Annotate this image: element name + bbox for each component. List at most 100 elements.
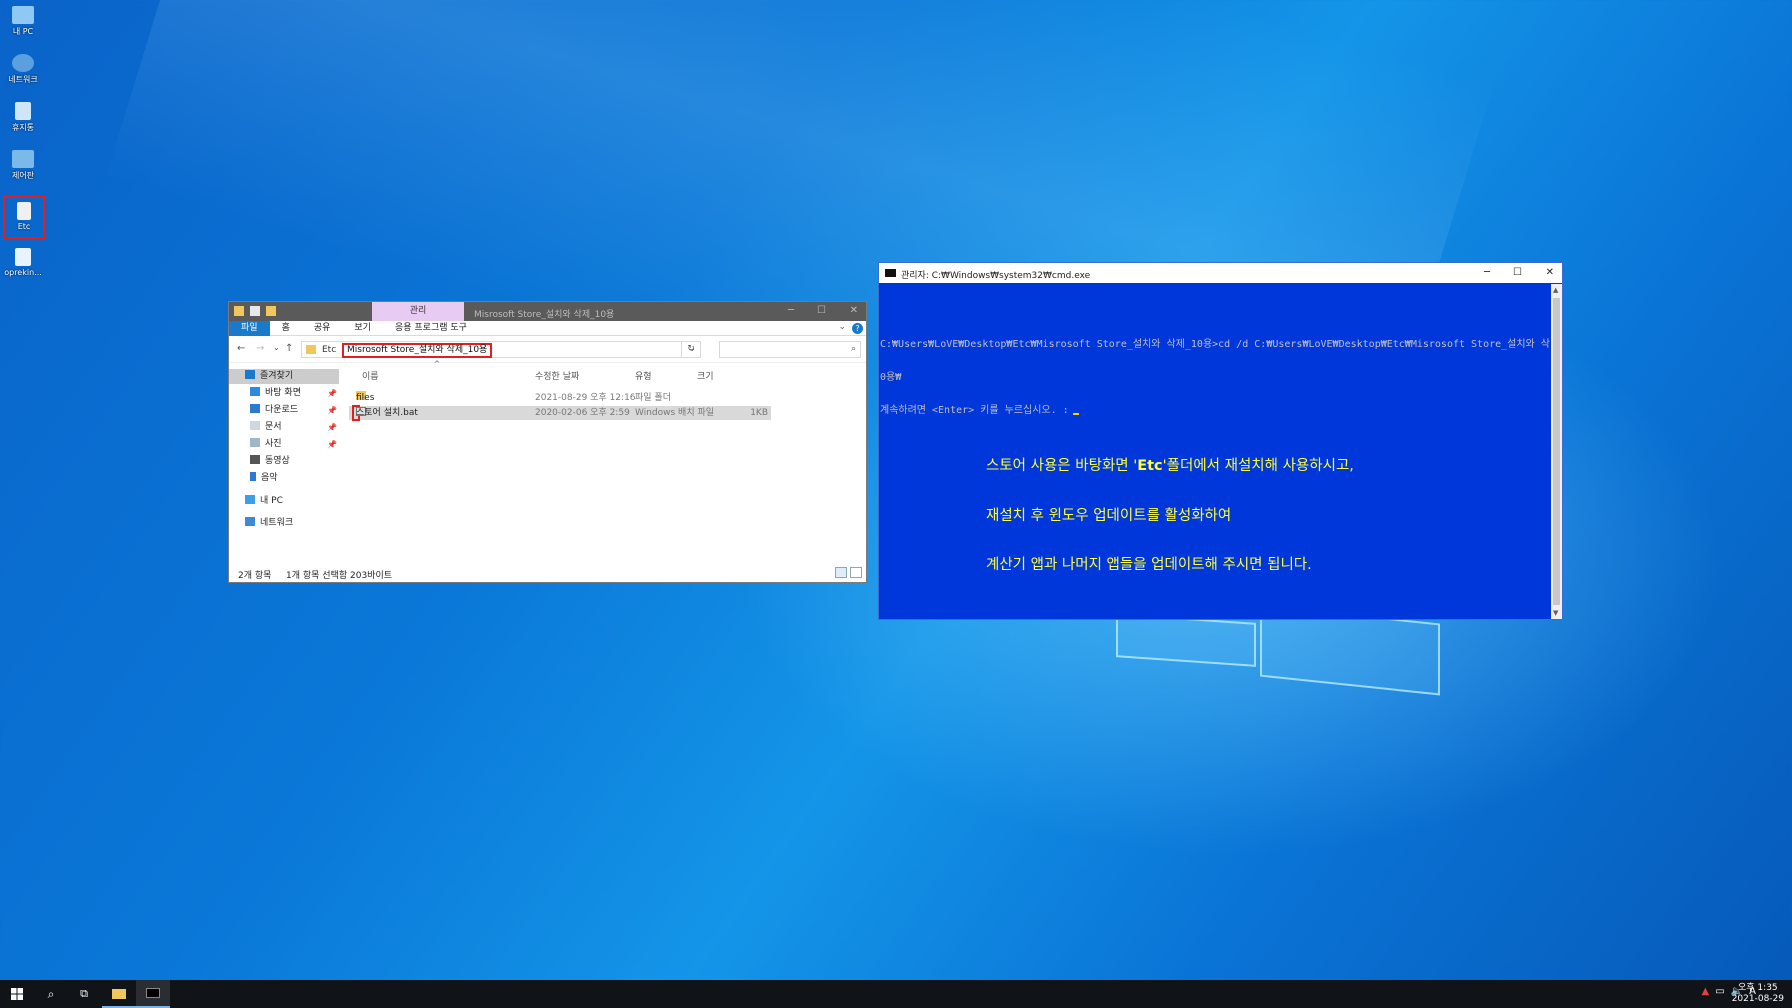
folder-icon	[234, 306, 244, 316]
desktop-icon-etc[interactable]: Etc	[3, 196, 45, 239]
folder-document-icon	[17, 202, 31, 220]
recent-locations-icon[interactable]: ⌄	[273, 343, 280, 352]
quick-access-toolbar	[234, 306, 276, 316]
new-folder-icon[interactable]	[266, 306, 276, 316]
clock[interactable]: 오후 1:35 2021-08-29	[1732, 983, 1784, 1005]
start-windows-icon[interactable]	[0, 980, 34, 1008]
desktop-icon-oprekin[interactable]: oprekin...	[4, 248, 42, 277]
tab-share[interactable]: 공유	[302, 321, 343, 336]
ribbon-tabs: 파일 홈 공유 보기 응용 프로그램 도구 ⌄ ?	[229, 320, 866, 336]
pin-icon: 📌	[327, 406, 337, 415]
cmd-title-bar[interactable]: 관리자: C:₩Windows₩system32₩cmd.exe ─ ☐ ✕	[879, 263, 1562, 283]
console-line: 0용₩	[880, 372, 902, 383]
minimize-icon[interactable]: ─	[1484, 267, 1490, 278]
expand-ribbon-icon[interactable]: ⌄	[838, 322, 846, 332]
back-arrow-icon[interactable]: ←	[237, 343, 245, 354]
console-line: C:₩Users₩LoVE₩Desktop₩Etc₩Misrosoft Stor…	[880, 339, 1550, 350]
command-prompt-window[interactable]: 관리자: C:₩Windows₩system32₩cmd.exe ─ ☐ ✕ C…	[878, 262, 1563, 620]
search-icon[interactable]: ⌕	[34, 980, 68, 1008]
address-bar[interactable]: Etc Misrosoft Store_설치와 삭제_10용 ⌄	[301, 341, 701, 358]
download-icon	[250, 404, 260, 413]
column-header-name[interactable]: 이름	[362, 369, 379, 382]
up-arrow-icon[interactable]: ↑	[285, 343, 293, 354]
tab-file[interactable]: 파일	[229, 320, 270, 336]
breadcrumb-etc[interactable]: Etc	[322, 345, 336, 355]
sort-ascending-icon: ^	[434, 360, 440, 368]
close-icon[interactable]: ✕	[1546, 267, 1554, 278]
console-output[interactable]: C:₩Users₩LoVE₩Desktop₩Etc₩Misrosoft Stor…	[880, 284, 1550, 619]
scroll-down-icon[interactable]: ▼	[1553, 609, 1558, 617]
forward-arrow-icon[interactable]: →	[256, 343, 264, 354]
nav-downloads[interactable]: 다운로드 📌	[229, 403, 339, 418]
file-explorer-window[interactable]: 관리 Misrosoft Store_설치와 삭제_10용 ─ ☐ ✕ 파일 홈…	[228, 301, 867, 583]
maximize-icon[interactable]: ☐	[817, 305, 826, 316]
table-row-selected[interactable]: 스토어 설치.bat 2020-02-06 오후 2:59 Windows 배치…	[349, 405, 771, 421]
desktop-icon-recycle-bin[interactable]: 휴지통	[4, 102, 42, 133]
network-icon	[12, 54, 34, 72]
close-icon[interactable]: ✕	[850, 305, 858, 316]
column-header-date[interactable]: 수정한 날짜	[535, 369, 579, 382]
view-toggle	[835, 567, 862, 578]
network-icon[interactable]: ▭	[1715, 986, 1724, 997]
status-item-count: 2개 항목	[238, 571, 272, 581]
help-icon[interactable]: ?	[852, 323, 863, 334]
nav-documents[interactable]: 문서 📌	[229, 420, 339, 435]
computer-icon	[245, 495, 255, 504]
breadcrumb-current-folder[interactable]: Misrosoft Store_설치와 삭제_10용	[342, 343, 493, 358]
tab-view[interactable]: 보기	[342, 321, 383, 336]
cmd-window-title: 관리자: C:₩Windows₩system32₩cmd.exe	[901, 271, 1091, 281]
desktop-icon	[250, 387, 260, 396]
manage-context-tab[interactable]: 관리	[372, 302, 464, 321]
computer-icon	[12, 6, 34, 24]
nav-music[interactable]: 음악	[229, 471, 339, 486]
explorer-title-bar[interactable]: 관리 Misrosoft Store_설치와 삭제_10용 ─ ☐ ✕	[229, 302, 866, 321]
console-icon	[146, 988, 160, 998]
explorer-window-title: Misrosoft Store_설치와 삭제_10용	[474, 310, 615, 320]
details-view-icon[interactable]	[835, 567, 847, 578]
status-bar: 2개 항목 1개 항목 선택함 203바이트	[229, 564, 866, 582]
nav-desktop[interactable]: 바탕 화면 📌	[229, 386, 339, 401]
pin-icon: 📌	[327, 423, 337, 432]
tab-application-tools[interactable]: 응용 프로그램 도구	[383, 321, 479, 336]
search-input[interactable]: ⌕	[719, 341, 861, 358]
scroll-up-icon[interactable]: ▲	[1553, 286, 1558, 294]
console-icon	[885, 269, 896, 277]
file-explorer-taskbar-icon[interactable]	[102, 980, 136, 1008]
cmd-taskbar-icon[interactable]	[136, 980, 170, 1008]
table-row[interactable]: files 2021-08-29 오후 12:16 파일 폴더	[349, 391, 771, 405]
refresh-icon[interactable]: ↻	[681, 341, 701, 358]
folder-icon	[306, 345, 316, 354]
large-icons-view-icon[interactable]	[850, 567, 862, 578]
column-header-type[interactable]: 유형	[635, 369, 652, 382]
video-icon	[250, 455, 260, 464]
nav-network[interactable]: 네트워크	[229, 516, 339, 531]
desktop-icon-network[interactable]: 네트워크	[4, 54, 42, 85]
column-header-size[interactable]: 크기	[697, 369, 714, 382]
shortcut-icon	[15, 248, 31, 266]
address-bar-row: ← → ⌄ ↑ Etc Misrosoft Store_설치와 삭제_10용 ⌄…	[229, 336, 866, 363]
nav-this-pc[interactable]: 내 PC	[229, 494, 339, 509]
document-icon	[250, 421, 260, 430]
nav-quick-access[interactable]: 즐겨찾기	[229, 369, 339, 384]
control-panel-icon	[12, 150, 34, 168]
explorer-content: 즐겨찾기 바탕 화면 📌 다운로드 📌 문서 📌 사진 📌 동영상 음악 내 PC	[229, 360, 866, 555]
scrollbar-thumb[interactable]	[1553, 298, 1560, 605]
folder-icon	[112, 989, 126, 999]
navigation-pane: 즐겨찾기 바탕 화면 📌 다운로드 📌 문서 📌 사진 📌 동영상 음악 내 PC	[229, 363, 339, 555]
desktop-icon-control-panel[interactable]: 제어판	[4, 150, 42, 181]
nav-pictures[interactable]: 사진 📌	[229, 437, 339, 452]
task-view-icon[interactable]: ⧉	[67, 980, 101, 1008]
properties-icon[interactable]	[250, 306, 260, 316]
tray-warning-icon[interactable]: ▲	[1702, 986, 1710, 997]
instruction-message: 스토어 사용은 바탕화면 'Etc'폴더에서 재설치해 사용하시고, 재설치 후…	[986, 458, 1354, 573]
desktop-icon-this-pc[interactable]: 내 PC	[4, 6, 42, 37]
status-selection: 1개 항목 선택함 203바이트	[286, 571, 393, 581]
nav-videos[interactable]: 동영상	[229, 454, 339, 469]
file-list: 이름 ^ 수정한 날짜 유형 크기 files 2021-08-29 오후 12…	[349, 360, 866, 555]
console-prompt: 계속하려면 <Enter> 키를 누르십시오. :	[880, 405, 1550, 416]
network-icon	[245, 517, 255, 526]
minimize-icon[interactable]: ─	[788, 305, 794, 316]
vertical-scrollbar[interactable]: ▲ ▼	[1551, 284, 1562, 619]
maximize-icon[interactable]: ☐	[1513, 267, 1522, 278]
tab-home[interactable]: 홈	[270, 321, 302, 336]
